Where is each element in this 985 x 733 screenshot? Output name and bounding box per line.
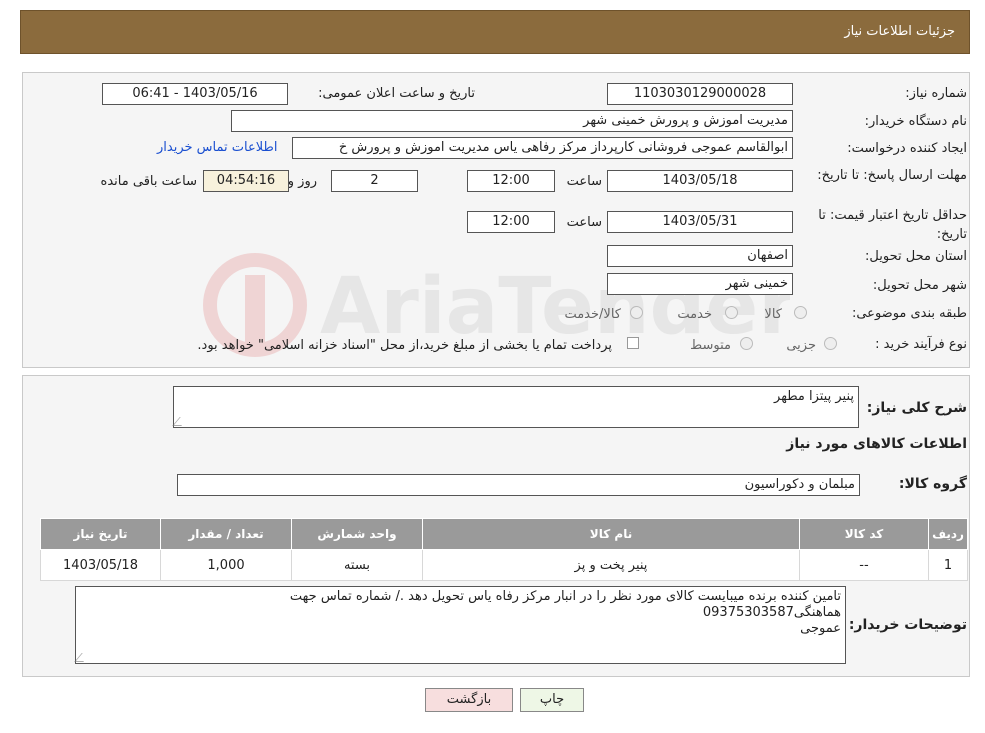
page-title: جزئیات اطلاعات نیاز — [844, 24, 955, 39]
col-unit: واحد شمارش — [291, 518, 423, 550]
category-service-radio[interactable] — [725, 306, 738, 319]
items-table: ردیف کد کالا نام کالا واحد شمارش تعداد /… — [40, 518, 968, 581]
resize-handle-icon[interactable] — [172, 417, 189, 426]
category-kala-radio[interactable] — [794, 306, 807, 319]
cell-row: 1 — [928, 549, 968, 581]
province-label: استان محل تحویل: — [865, 249, 967, 264]
buyer-org-label: نام دستگاه خریدار: — [864, 114, 967, 129]
province-field: اصفهان — [607, 245, 793, 267]
deadline-hour-label: ساعت — [566, 174, 602, 189]
cell-unit: بسته — [291, 549, 423, 581]
cell-date: 1403/05/18 — [40, 549, 161, 581]
goods-group-label: گروه کالا: — [898, 476, 967, 492]
table-row: 1 -- پنیر پخت و پز بسته 1,000 1403/05/18 — [40, 549, 968, 581]
buyer-notes-field: تامین کننده برنده میبایست کالای مورد نظر… — [74, 586, 846, 664]
creator-field: ابوالقاسم عموجی فروشانی کارپرداز مرکز رف… — [292, 137, 793, 159]
process-note: پرداخت تمام یا بخشی از مبلغ خرید،از محل … — [197, 338, 612, 353]
page-header: جزئیات اطلاعات نیاز — [20, 10, 970, 54]
need-description-text: پنیر پیتزا مطهر — [774, 389, 854, 404]
process-minor-label: جزیی — [786, 338, 816, 353]
remaining-time-field: 04:54:16 — [203, 170, 289, 192]
need-description-field: پنیر پیتزا مطهر — [172, 386, 859, 428]
process-label: نوع فرآیند خرید : — [875, 337, 967, 352]
back-button[interactable]: بازگشت — [425, 688, 513, 712]
remaining-label: ساعت باقی مانده — [100, 174, 197, 189]
process-minor-radio[interactable] — [824, 337, 837, 350]
category-service-label: خدمت — [677, 307, 712, 322]
need-number-label: شماره نیاز: — [905, 86, 967, 101]
treasury-checkbox[interactable] — [627, 337, 639, 349]
deadline-label: مهلت ارسال پاسخ: تا تاریخ: — [817, 168, 967, 183]
col-quantity: تعداد / مقدار — [160, 518, 292, 550]
buyer-notes-label: توضیحات خریدار: — [848, 617, 967, 633]
min-validity-label: حداقل تاریخ اعتبار قیمت: تا تاریخ: — [818, 208, 967, 242]
col-name: نام کالا — [422, 518, 800, 550]
validity-date-field: 1403/05/31 — [607, 211, 793, 233]
items-table-header: ردیف کد کالا نام کالا واحد شمارش تعداد /… — [40, 518, 968, 550]
goods-group-field: مبلمان و دکوراسیون — [177, 474, 860, 496]
col-code: کد کالا — [799, 518, 929, 550]
days-label: روز و — [287, 174, 317, 189]
process-medium-label: متوسط — [690, 338, 731, 353]
need-description-label: شرح کلی نیاز: — [866, 400, 967, 416]
need-number-field: 1103030129000028 — [607, 83, 793, 105]
category-kala-service-radio[interactable] — [630, 306, 643, 319]
city-field: خمینی شهر — [607, 273, 793, 295]
process-medium-radio[interactable] — [740, 337, 753, 350]
cell-quantity: 1,000 — [160, 549, 292, 581]
col-row: ردیف — [928, 518, 968, 550]
col-date: تاریخ نیاز — [40, 518, 161, 550]
days-field: 2 — [331, 170, 418, 192]
buyer-org-field: مدیریت اموزش و پرورش خمینی شهر — [231, 110, 793, 132]
creator-label: ایجاد کننده درخواست: — [847, 141, 967, 156]
items-section-title: اطلاعات کالاهای مورد نیاز — [786, 436, 967, 452]
announce-field: 1403/05/16 - 06:41 — [102, 83, 288, 105]
cell-code: -- — [799, 549, 929, 581]
validity-hour-label: ساعت — [566, 215, 602, 230]
buyer-notes-line-2: هماهنگی09375303587 — [702, 605, 841, 620]
validity-time-field: 12:00 — [467, 211, 555, 233]
print-button[interactable]: چاپ — [520, 688, 584, 712]
deadline-date-field: 1403/05/18 — [607, 170, 793, 192]
cell-name: پنیر پخت و پز — [422, 549, 800, 581]
buyer-notes-line-1: تامین کننده برنده میبایست کالای مورد نظر… — [289, 589, 841, 604]
category-kala-label: کالا — [764, 307, 782, 322]
category-kala-service-label: کالا/خدمت — [564, 307, 621, 322]
resize-handle-icon[interactable] — [74, 653, 91, 662]
announce-label: تاریخ و ساعت اعلان عمومی: — [318, 86, 475, 101]
deadline-time-field: 12:00 — [467, 170, 555, 192]
buyer-contact-link[interactable]: اطلاعات تماس خریدار — [157, 140, 277, 155]
city-label: شهر محل تحویل: — [872, 278, 967, 293]
category-label: طبقه بندی موضوعی: — [851, 306, 967, 321]
buyer-notes-line-3: عموجی — [800, 621, 841, 636]
